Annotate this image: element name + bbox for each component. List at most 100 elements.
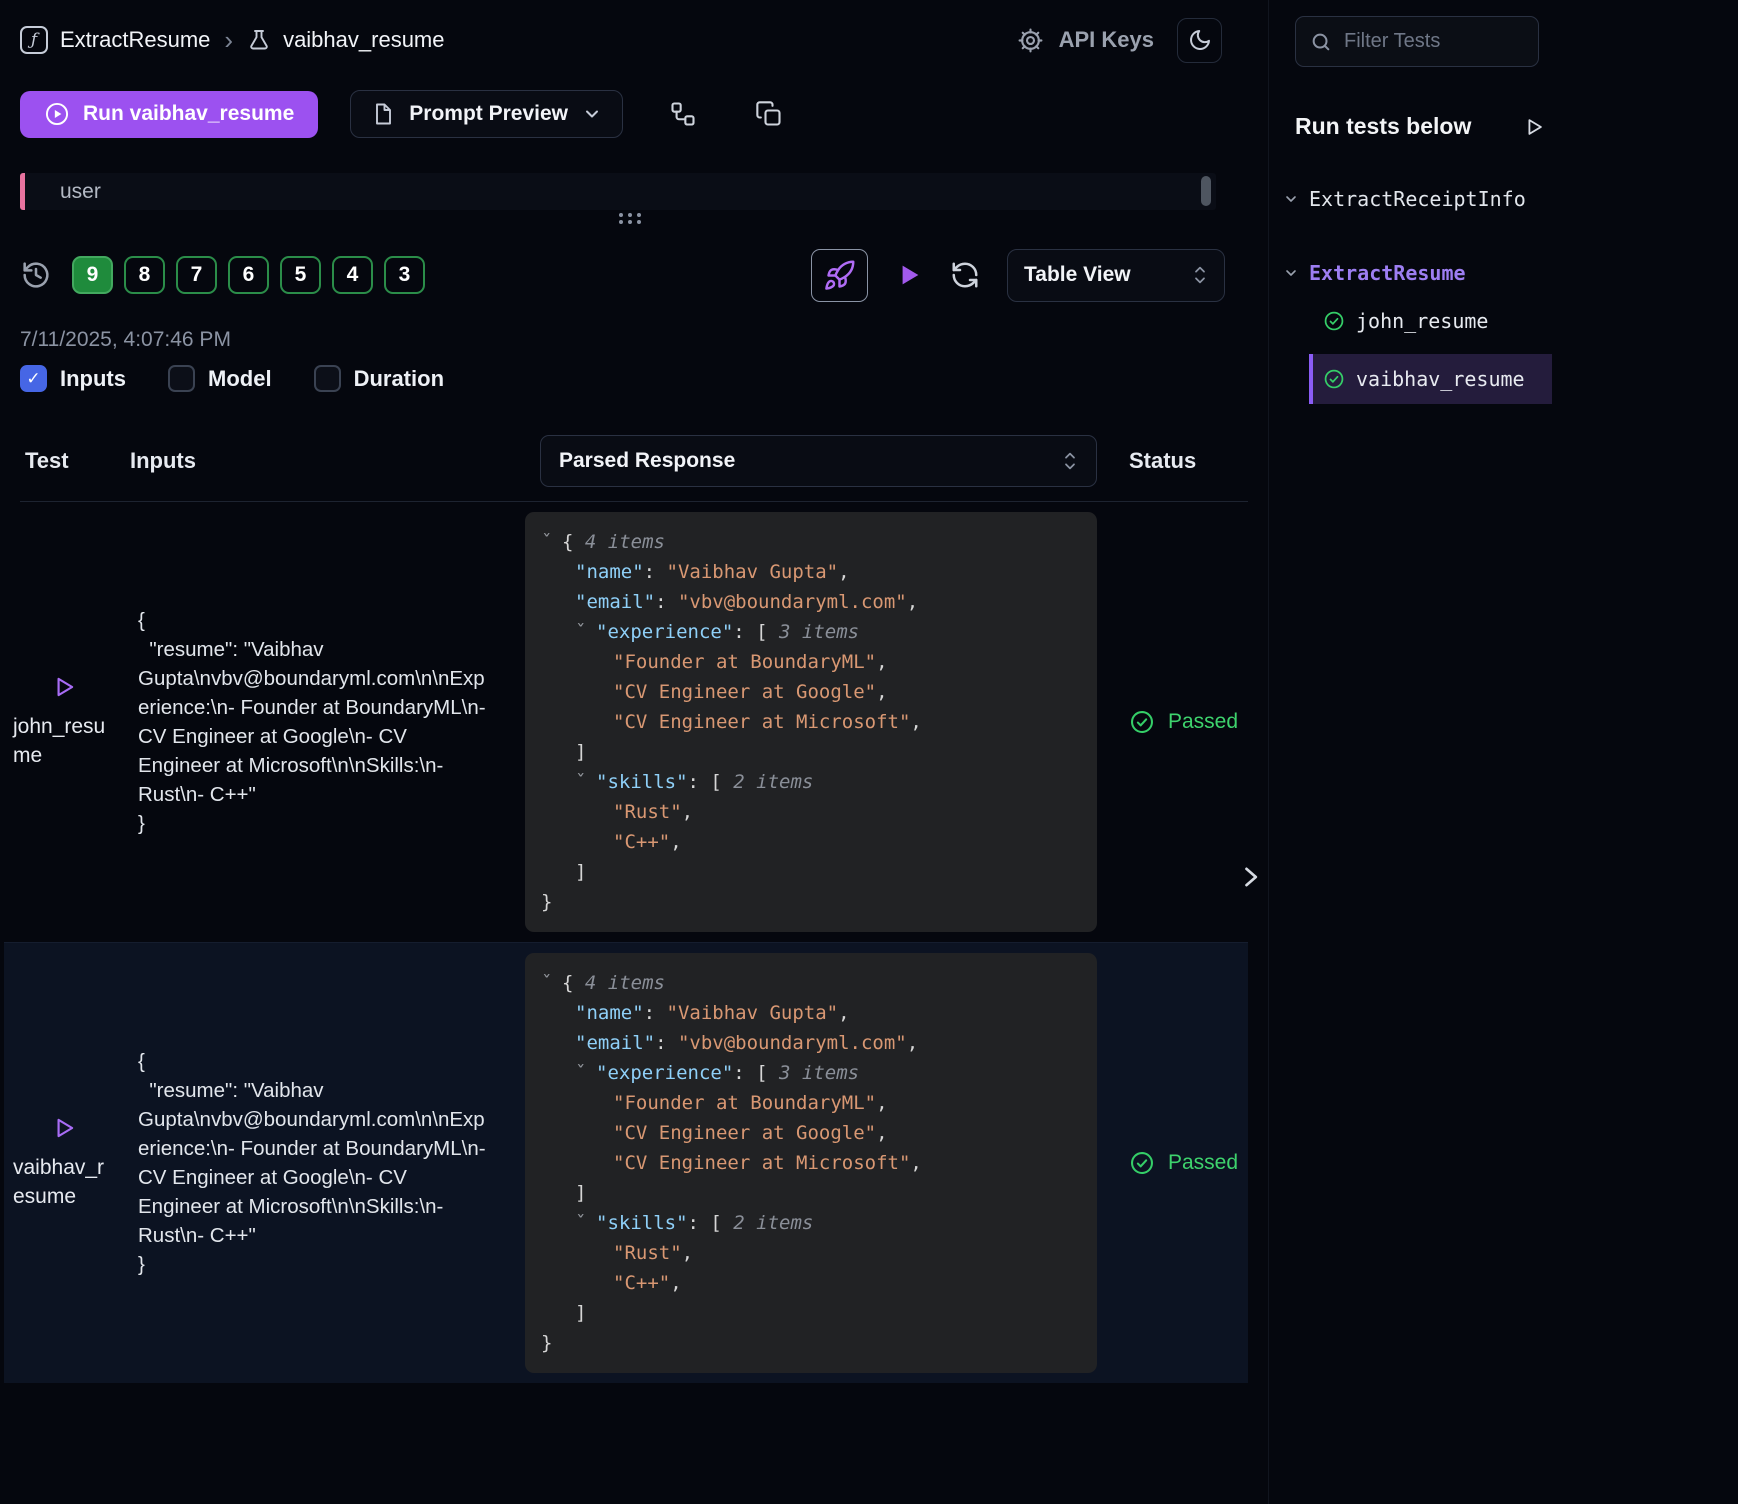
play-outline-icon [51,674,77,700]
json-line: "C++", [525,827,1089,857]
run-all-button[interactable] [895,261,923,289]
chevron-down-icon[interactable] [1283,191,1299,207]
parsed-response-block[interactable]: ˇ{ 4 items"name": "Vaibhav Gupta","email… [525,953,1097,1373]
row-inputs-json: { "resume": "Vaibhav Gupta\nvbv@boundary… [138,606,486,838]
version-chip-7[interactable]: 7 [176,256,217,294]
checkbox-checked-icon[interactable]: ✓ [20,365,47,392]
parsed-response-block[interactable]: ˇ{ 4 items"name": "Vaibhav Gupta","email… [525,512,1097,932]
json-line: ˇ{ 4 items [525,968,1089,998]
refresh-icon [950,260,980,290]
test-item-john_resume[interactable]: john_resume [1313,296,1556,346]
breadcrumb-app[interactable]: ExtractResume [60,27,210,53]
row-inputs-json: { "resume": "Vaibhav Gupta\nvbv@boundary… [138,1047,486,1279]
filter-checkbox-inputs[interactable]: ✓Inputs [20,365,126,392]
version-chip-6[interactable]: 6 [228,256,269,294]
status-badge: Passed [1129,709,1238,735]
status-label: Passed [1168,710,1238,734]
expand-panel-chevron[interactable] [1236,858,1264,896]
filter-input[interactable] [1344,30,1524,53]
checkbox-unchecked-icon[interactable] [168,365,195,392]
versions-bar: 9876543 Table V [20,248,1268,302]
test-group-name: ExtractReceiptInfo [1309,187,1526,211]
check-circle-icon [1323,310,1345,332]
json-line: "email": "vbv@boundaryml.com", [525,587,1089,617]
test-group-ExtractReceiptInfo: ExtractReceiptInfo [1295,184,1738,214]
app-icon[interactable]: ƒ [20,26,48,54]
test-group-header[interactable]: ExtractReceiptInfo [1283,184,1738,214]
api-keys-link[interactable]: API Keys [1059,27,1154,53]
collapse-chevron-icon[interactable]: ˇ [575,767,596,797]
checkbox-unchecked-icon[interactable] [314,365,341,392]
json-line: ˇ"experience": [ 3 items [525,1058,1089,1088]
run-tests-below-label: Run tests below [1295,113,1471,140]
table-header: Test Inputs Parsed Response Status [20,435,1268,487]
gear-icon[interactable] [1017,27,1044,54]
test-row-vaibhav_resume[interactable]: vaibhav_resume { "resume": "Vaibhav Gupt… [4,942,1248,1383]
moon-icon [1188,28,1212,52]
run-test-button[interactable]: Run vaibhav_resume [20,91,318,138]
filter-checkboxes: ✓Inputs Model Duration [20,365,1268,392]
json-line: "Founder at BoundaryML", [525,647,1089,677]
version-chip-4[interactable]: 4 [332,256,373,294]
test-item-vaibhav_resume[interactable]: vaibhav_resume [1309,354,1552,404]
filter-tests-input[interactable] [1295,16,1539,67]
flask-icon [247,28,271,52]
tests-sidebar: Run tests below ExtractReceiptInfo Extrac… [1268,0,1738,1504]
collapse-chevron-icon[interactable]: ˇ [575,1058,596,1088]
json-line: "name": "Vaibhav Gupta", [525,557,1089,587]
view-mode-label: Table View [1024,263,1131,287]
json-line: ˇ"skills": [ 2 items [525,1208,1089,1238]
collapse-chevron-icon[interactable]: ˇ [575,1208,596,1238]
runbar-right-controls: Table View [811,249,1225,302]
history-icon[interactable] [20,259,52,291]
run-row-button[interactable] [51,674,130,700]
scrollbar-thumb[interactable] [1201,176,1211,206]
json-line: "CV Engineer at Microsoft", [525,707,1089,737]
graph-view-button[interactable] [669,100,697,128]
test-group-name: ExtractResume [1309,261,1466,285]
run-test-button-label: Run vaibhav_resume [83,102,294,126]
run-tests-below-button[interactable]: Run tests below [1295,113,1545,140]
copy-button[interactable] [755,100,783,128]
collapse-chevron-icon[interactable]: ˇ [541,968,562,998]
version-chip-3[interactable]: 3 [384,256,425,294]
collapse-chevron-icon[interactable]: ˇ [575,617,596,647]
collapse-chevron-icon[interactable]: ˇ [541,527,562,557]
top-right-controls: API Keys [1017,18,1222,63]
json-line: "Rust", [525,1238,1089,1268]
view-mode-select[interactable]: Table View [1007,249,1225,302]
theme-toggle-button[interactable] [1177,18,1222,63]
top-bar: ƒ ExtractResume › vaibhav_resume API Key… [20,0,1268,64]
copy-icon [755,100,783,128]
parsed-response-select[interactable]: Parsed Response [540,435,1097,487]
search-icon [1310,31,1332,53]
run-row-button[interactable] [51,1115,130,1141]
row-test-name: vaibhav_resume [13,1153,113,1211]
deploy-button[interactable] [811,249,868,302]
inputs-cell: { "resume": "Vaibhav Gupta\nvbv@boundary… [130,606,525,838]
test-row-john_resume[interactable]: john_resume { "resume": "Vaibhav Gupta\n… [20,502,1248,942]
json-line: "CV Engineer at Microsoft", [525,1148,1089,1178]
user-message-bar[interactable]: user [20,173,1216,210]
test-group-header[interactable]: ExtractResume [1283,258,1738,288]
prompt-preview-dropdown[interactable]: Prompt Preview [350,90,623,138]
drag-handle[interactable] [612,210,648,226]
json-line: ] [525,1178,1089,1208]
filter-checkbox-duration[interactable]: Duration [314,365,444,392]
version-chip-5[interactable]: 5 [280,256,321,294]
status-label: Passed [1168,1151,1238,1175]
json-line: "C++", [525,1268,1089,1298]
chevron-down-icon [582,104,602,124]
role-label: user [60,180,101,204]
refresh-button[interactable] [950,260,980,290]
json-line: ˇ"skills": [ 2 items [525,767,1089,797]
version-chip-8[interactable]: 8 [124,256,165,294]
filter-checkbox-model[interactable]: Model [168,365,272,392]
version-chip-9[interactable]: 9 [72,256,113,294]
role-accent-bar [20,173,25,210]
json-line: } [525,1328,1089,1358]
chevron-down-icon[interactable] [1283,265,1299,281]
col-header-inputs: Inputs [130,448,525,474]
select-arrows-icon [1062,449,1078,473]
row-test-name: john_resume [13,712,113,770]
